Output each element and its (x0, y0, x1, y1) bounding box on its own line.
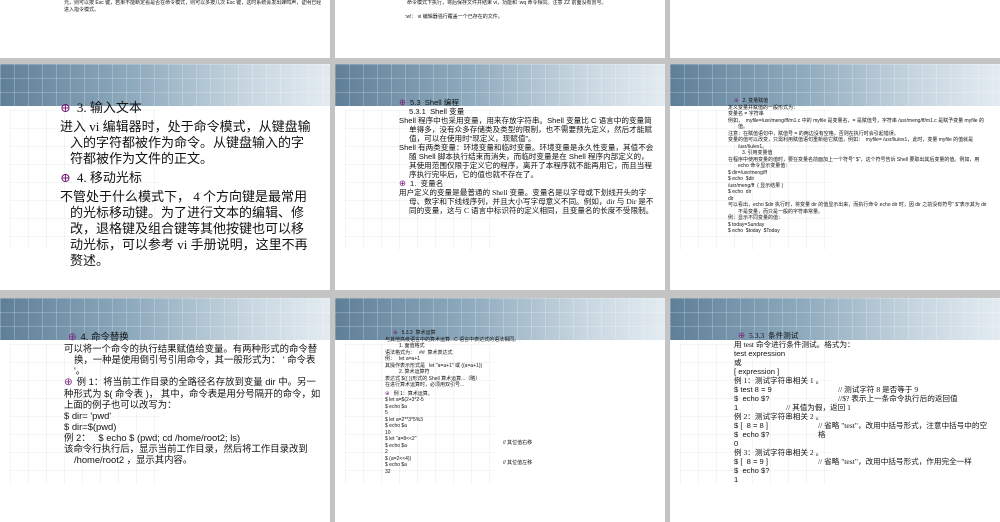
text-line: 例 2：测试字符串相关 2 。 (734, 412, 824, 421)
text-line: 变量的值可以改变，只需利用赋值语句重新给它赋值，例如： myfile= /usr… (728, 137, 975, 150)
slide-2-text-2: :w!： vi 编辑器强行覆盖一个已存在的文件。 (405, 14, 503, 20)
code-line: [ expression ] (734, 367, 780, 376)
text-line: 例 3：测试字符串相关 2 。 (734, 448, 824, 457)
slide-1-text: 元，则可以按 Esc 键，若果不能断定看是否在命令模式，则可以多按几次 Esc … (64, 0, 322, 13)
text-line: 或 (734, 358, 742, 367)
slide-5: 5.3 Shell 编程 5.3.1 Shell 变量 Shell 程序中也采用… (335, 64, 665, 290)
code-line: 0 (734, 439, 739, 448)
text-line: 在进行算术运算时，必须用双引号... (385, 382, 465, 388)
paragraph-variable-name: 用户定义的变量是最普通的 Shell 变量。变量名是以字母或下划线开头的字母、数… (399, 188, 654, 215)
slide-7: 4. 命令替换 可以将一个命令的执行结果赋值给变量。有两种形式的命令替换，一种是… (0, 298, 330, 522)
code-line: $ dir=$(pwd) (64, 421, 117, 432)
text-line: 可以看出，echo $dir 执行时，将变量 dir 的值显示出来，而执行命令 … (728, 202, 989, 215)
comment-bracket-same: // 省略 "test"，改用中括号形式，作用完全一样 (818, 457, 972, 466)
comment-test-8-eq-9: // 测试字符 8 是否等于 9 (838, 385, 919, 394)
slide-3 (670, 0, 1000, 58)
comment-left-shift: // 其位值左移 (503, 460, 533, 466)
heading-input-text: 3. 输入文本 (60, 100, 316, 116)
text-line: 例 1：测试字符串相关 1 。 (734, 376, 824, 385)
paragraph-command-substitution: 可以将一个命令的执行结果赋值给变量。有两种形式的命令替换，一种是使用倒引号引用命… (64, 343, 318, 376)
paragraph-input-text: 进入 vi 编辑器时，处于命令模式，从键盘输入的字符都被作为命令。从键盘输入的字… (60, 119, 311, 166)
section-title-shell-programming: 5.3 Shell 编程 (399, 98, 655, 107)
heading-condition-test: 5.3.3 条件测试 (734, 331, 992, 340)
slide-6: 2. 变量赋值 定义变量并赋值的一般形式为： 变量名 = 字符串 例如， myf… (670, 64, 1000, 290)
code-line: $ dir= 'pwd' (64, 410, 112, 421)
comment-right-shift: // 其位值右移 (503, 440, 533, 446)
slide-2: 命令模式下执行，将后保存文件并结束 vi，功能和 :wq 命令相同。注意 ZZ … (335, 0, 665, 58)
paragraph-shell-variables: Shell 程序中也采用变量，用来存放字符串。Shell 变量比 C 语言中的变… (399, 116, 652, 143)
paragraph-variable-types: Shell 有两类变量：环境变量和临时变量。环境变量是永久性变量，其值不会随 S… (399, 143, 654, 179)
paragraph-example-1: 例 1：将当前工作目录的全路径名存放到变量 dir 中。另一种形式为 $( 命令… (64, 376, 322, 410)
text-line: 在程序中使用变量的值时，要在变量名前面加上一个符号“ $”，这个符号告诉 She… (728, 156, 981, 170)
code-line: 32 (385, 468, 391, 475)
slide-1: 元，则可以按 Esc 键，若果不能断定看是否在命令模式，则可以多按几次 Esc … (0, 0, 330, 58)
heading-command-substitution: 4. 命令替换 (64, 331, 322, 343)
comment-return-value: //$? 表示上一条命令执行后的返回值 (838, 394, 958, 403)
text-line: 用 test 命令进行条件测试。格式为： (734, 340, 855, 349)
paragraph-example-2-explanation: 该命令行执行后，显示当前工作目录，然后将工作目录改到 /home/root2 ，… (64, 443, 311, 465)
slide-4: 3. 输入文本 进入 vi 编辑器时，处于命令模式，从键盘输入的字符都被作为命令… (0, 64, 330, 290)
comment-bracket-spaces: // 省略 "test"，改用中括号形式，注意中括号中的空格 (818, 421, 988, 439)
comment-false-return-1: // 其值为假，返回 1 (786, 403, 851, 412)
slide-8: 5.3.2 算术运算 与其他高级语言中的算术运算...C 语言中表达式的语法相同… (335, 298, 665, 522)
heading-variable-name: 1. 变量名 (399, 179, 655, 188)
subsection-shell-variables: 5.3.1 Shell 变量 (409, 107, 465, 116)
code-line: 1 (734, 403, 739, 412)
text-line: 例如， myfile=/usr/meng/ff/m1.c 中的 myfile 是… (728, 117, 984, 131)
heading-move-cursor: 4. 移动光标 (60, 170, 316, 186)
paragraph-move-cursor: 不管处于什么模式下， 4 个方向键是最常用的光标移动键。为了进行文本的编辑、修改… (60, 189, 308, 268)
slide-2-text-1: 命令模式下执行，将后保存文件并结束 vi，功能和 :wq 命令相同。注意 ZZ … (407, 0, 607, 6)
code-line: 1 (734, 475, 739, 484)
slide-9: 5.3.3 条件测试 用 test 命令进行条件测试。格式为： test exp… (670, 298, 1000, 522)
code-line: $ echo $today $Today (728, 228, 780, 234)
code-line: test expression (734, 349, 786, 358)
paragraph-example-2: 例 2： $ echo $ (pwd; cd /home/root2; ls) (64, 432, 241, 443)
code-line: $ echo $? (734, 466, 770, 475)
